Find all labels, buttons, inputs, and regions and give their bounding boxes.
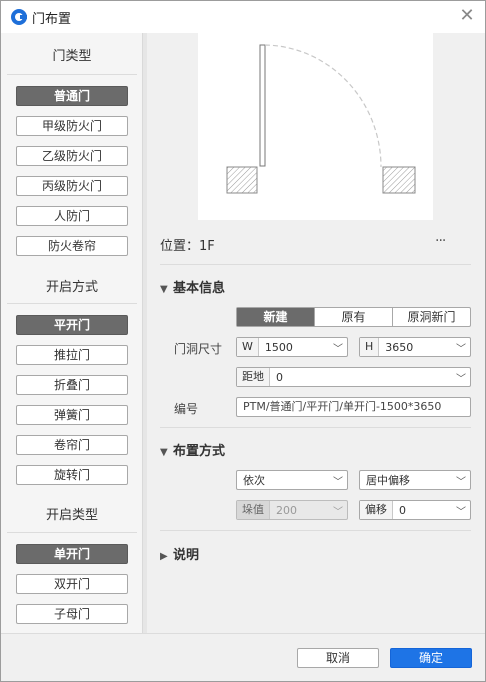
door-leaf [259, 44, 266, 167]
width-prefix: W [237, 338, 259, 356]
expand-arrow-icon: ▶ [160, 551, 168, 562]
chevron-down-icon: ﹀ [456, 373, 466, 385]
chevron-down-icon: ﹀ [456, 506, 466, 518]
door-preview [198, 33, 433, 220]
open-mode-title: 开启方式 [45, 280, 98, 295]
ok-button[interactable]: 确定 [390, 648, 472, 668]
open-kind-button[interactable]: 单开门 [16, 544, 128, 564]
code-label: 编号 [174, 402, 199, 416]
door-layout-dialog: 门布置 ✕ 门类型 普通门 甲级防火门 乙级防火门 丙级防火门 人防门 防火卷帘… [0, 0, 486, 682]
offset-mode-value: 居中偏移 [366, 474, 410, 487]
open-mode-button[interactable]: 旋转门 [16, 465, 128, 485]
chevron-down-icon: ﹀ [456, 476, 466, 488]
offset-mode-select[interactable]: 居中偏移 ﹀ [359, 470, 471, 490]
mode-tab-new[interactable]: 新建 [237, 308, 314, 326]
chevron-down-icon: ﹀ [456, 343, 466, 355]
cancel-button[interactable]: 取消 [297, 648, 379, 668]
close-icon[interactable]: ✕ [457, 6, 477, 26]
wall-left-hatch [226, 166, 258, 194]
sill-value: 0 [276, 370, 283, 384]
basic-info-title: 基本信息 [173, 281, 226, 296]
divider [160, 264, 471, 265]
open-kind-button[interactable]: 子母门 [16, 604, 128, 624]
mode-segmented-control: 新建 原有 原洞新门 [236, 307, 471, 327]
mode-tab-existing[interactable]: 原有 [314, 308, 392, 326]
more-icon[interactable]: ··· [435, 233, 451, 249]
offset-combo[interactable]: 偏移 0 ﹀ [359, 500, 471, 520]
open-mode-button[interactable]: 平开门 [16, 315, 128, 335]
door-type-panel: 门类型 普通门 甲级防火门 乙级防火门 丙级防火门 人防门 防火卷帘 开启方式 … [1, 33, 143, 633]
width-combo[interactable]: W 1500 ﹀ [236, 337, 348, 357]
wall-right-hatch [382, 166, 416, 194]
door-type-button[interactable]: 普通门 [16, 86, 128, 106]
open-kind-button[interactable]: 双开门 [16, 574, 128, 594]
open-mode-button[interactable]: 弹簧门 [16, 405, 128, 425]
width-value: 1500 [264, 340, 293, 354]
door-type-button[interactable]: 防火卷帘 [16, 236, 128, 256]
chevron-down-icon: ﹀ [333, 506, 343, 518]
open-kind-title: 开启类型 [45, 508, 98, 523]
collapse-arrow-icon: ▼ [160, 447, 168, 458]
window-title: 门布置 [32, 12, 72, 27]
door-type-button[interactable]: 甲级防火门 [16, 116, 128, 136]
chevron-down-icon: ﹀ [333, 343, 343, 355]
chevron-down-icon: ﹀ [333, 476, 343, 488]
notes-title: 说明 [173, 548, 200, 563]
placement-header[interactable]: ▼ 布置方式 [160, 440, 225, 459]
door-type-button[interactable]: 人防门 [16, 206, 128, 226]
code-field[interactable]: PTM/普通门/平开门/单开门-1500*3650 [236, 397, 471, 417]
placement-method-select[interactable]: 依次 ﹀ [236, 470, 348, 490]
divider [160, 427, 471, 428]
open-mode-button[interactable]: 折叠门 [16, 375, 128, 395]
height-prefix: H [360, 338, 380, 356]
open-mode-button[interactable]: 推拉门 [16, 345, 128, 365]
pier-value-prefix: 垛值 [237, 501, 270, 519]
app-logo-icon [11, 9, 27, 25]
location-label: 位置：1F [160, 239, 215, 254]
pier-value: 200 [276, 503, 297, 517]
title-bar: 门布置 ✕ [1, 1, 485, 33]
door-type-button[interactable]: 丙级防火门 [16, 176, 128, 196]
door-plan-drawing [226, 44, 416, 194]
height-combo[interactable]: H 3650 ﹀ [359, 337, 471, 357]
placement-method-value: 依次 [243, 474, 265, 487]
mode-tab-new-door-in-opening[interactable]: 原洞新门 [392, 308, 470, 326]
divider [7, 532, 137, 533]
divider [160, 530, 471, 531]
basic-info-header[interactable]: ▼ 基本信息 [160, 277, 225, 296]
door-swing-arc [264, 44, 382, 168]
divider [7, 74, 137, 75]
sill-height-combo[interactable]: 距地 0 ﹀ [236, 367, 471, 387]
offset-value: 0 [399, 503, 406, 517]
door-type-title: 门类型 [52, 49, 92, 64]
height-value: 3650 [385, 340, 414, 354]
sill-prefix: 距地 [237, 368, 270, 386]
open-mode-button[interactable]: 卷帘门 [16, 435, 128, 455]
door-type-button[interactable]: 乙级防火门 [16, 146, 128, 166]
divider [7, 303, 137, 304]
opening-size-label: 门洞尺寸 [174, 342, 223, 356]
notes-header[interactable]: ▶ 说明 [160, 544, 199, 563]
pier-value-combo: 垛值 200 ﹀ [236, 500, 348, 520]
placement-title: 布置方式 [173, 444, 226, 459]
collapse-arrow-icon: ▼ [160, 284, 168, 295]
offset-prefix: 偏移 [360, 501, 393, 519]
